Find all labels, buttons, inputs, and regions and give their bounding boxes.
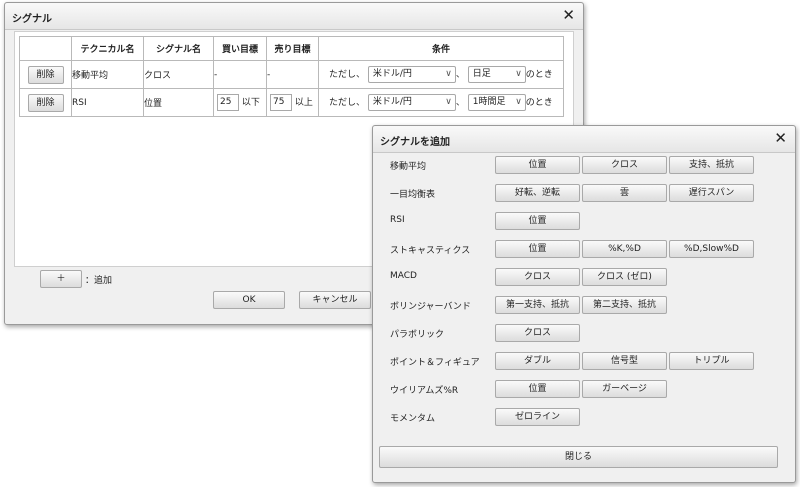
signal-option-button[interactable]: ガーベージ — [582, 380, 667, 398]
column-header-buy-target: 買い目標 — [213, 36, 267, 61]
signal-option-button[interactable]: 位置 — [495, 156, 580, 174]
currency-pair-value: 米ドル/円 — [372, 69, 412, 79]
signal-option-button[interactable]: %K,%D — [582, 240, 667, 258]
technical-name-cell: RSI — [71, 88, 144, 117]
delete-cell: 削除 — [19, 88, 72, 117]
chevron-down-icon: ∨ — [515, 69, 522, 79]
add-signal-label: ：追加 — [85, 276, 113, 286]
technical-label: 一目均衡表 — [390, 190, 436, 200]
delete-cell: 削除 — [19, 60, 72, 89]
signal-option-button[interactable]: 遅行スパン — [669, 184, 754, 202]
condition-prefix: ただし、 — [329, 70, 366, 80]
condition-separator: 、 — [455, 70, 465, 80]
condition-suffix: のとき — [525, 98, 553, 108]
column-header — [19, 36, 72, 61]
technical-name-cell: 移動平均 — [71, 60, 144, 89]
ok-button[interactable]: OK — [213, 291, 285, 309]
signal-table: テクニカル名 シグナル名 買い目標 売り目標 条件 削除 移動平均 クロス - … — [19, 36, 564, 117]
signal-option-button[interactable]: 位置 — [495, 212, 580, 230]
technical-label: 移動平均 — [390, 162, 427, 172]
column-header-technical: テクニカル名 — [71, 36, 144, 61]
technical-label: モメンタム — [390, 414, 436, 424]
chevron-down-icon: ∨ — [445, 97, 452, 107]
signal-option-button[interactable]: 第二支持、抵抗 — [582, 296, 667, 314]
signal-option-button[interactable]: 第一支持、抵抗 — [495, 296, 580, 314]
technical-label: ポイント＆フィギュア — [390, 358, 480, 368]
currency-pair-select[interactable]: 米ドル/円 ∨ — [367, 94, 456, 111]
condition-suffix: のとき — [525, 70, 553, 80]
technical-label: MACD — [390, 271, 417, 281]
buy-target-input[interactable]: 25 — [217, 94, 239, 111]
cancel-button[interactable]: キャンセル — [299, 291, 371, 309]
signal-option-button[interactable]: クロス — [582, 156, 667, 174]
close-icon[interactable]: ✕ — [562, 6, 575, 24]
signal-name-cell: クロス — [143, 60, 214, 89]
period-select[interactable]: 1時間足 ∨ — [467, 94, 526, 111]
signal-dialog-titlebar[interactable]: シグナル ✕ — [5, 3, 583, 30]
period-value: 日足 — [472, 69, 491, 79]
sell-target-suffix: 以上 — [294, 98, 313, 108]
chevron-down-icon: ∨ — [445, 69, 452, 79]
signal-option-button[interactable]: 好転、逆転 — [495, 184, 580, 202]
add-signal-dialog-titlebar[interactable]: シグナルを追加 ✕ — [373, 126, 795, 153]
condition-cell: ただし、 米ドル/円 ∨ 、 日足 ∨ のとき — [318, 60, 564, 89]
buy-target-cell: - — [213, 60, 267, 89]
technical-label: パラボリック — [390, 330, 445, 340]
sell-target-cell: 75 以上 — [266, 88, 319, 117]
signal-option-button[interactable]: 位置 — [495, 240, 580, 258]
delete-button[interactable]: 削除 — [27, 65, 64, 84]
signal-option-button[interactable]: クロス (ゼロ) — [582, 268, 667, 286]
signal-option-button[interactable]: %D,Slow%D — [669, 240, 754, 258]
condition-cell: ただし、 米ドル/円 ∨ 、 1時間足 ∨ のとき — [318, 88, 564, 117]
signal-option-button[interactable]: ダブル — [495, 352, 580, 370]
buy-target-cell: 25 以下 — [213, 88, 267, 117]
close-button[interactable]: 閉じる — [379, 446, 778, 468]
close-icon[interactable]: ✕ — [774, 129, 787, 147]
signal-option-button[interactable]: クロス — [495, 324, 580, 342]
table-row: 削除 RSI 位置 25 以下 75 以上 ただし、 米ドル/円 ∨ 、 1時間… — [19, 88, 564, 117]
currency-pair-value: 米ドル/円 — [372, 97, 412, 107]
signal-option-button[interactable]: 位置 — [495, 380, 580, 398]
technical-label: ボリンジャーバンド — [390, 302, 471, 312]
condition-prefix: ただし、 — [329, 98, 366, 108]
signal-dialog-title: シグナル — [12, 14, 52, 25]
technical-label: RSI — [390, 215, 405, 225]
signal-option-button[interactable]: 雲 — [582, 184, 667, 202]
currency-pair-select[interactable]: 米ドル/円 ∨ — [367, 66, 456, 83]
technical-label: ウイリアムズ%R — [390, 386, 459, 396]
signal-option-button[interactable]: クロス — [495, 268, 580, 286]
add-signal-dialog-title: シグナルを追加 — [380, 137, 450, 148]
table-header-row: テクニカル名 シグナル名 買い目標 売り目標 条件 — [19, 36, 564, 61]
column-header-condition: 条件 — [318, 36, 564, 61]
signal-name-cell: 位置 — [143, 88, 214, 117]
column-header-sell-target: 売り目標 — [266, 36, 319, 61]
sell-target-cell: - — [266, 60, 319, 89]
table-row: 削除 移動平均 クロス - - ただし、 米ドル/円 ∨ 、 日足 ∨ のとき — [19, 60, 564, 89]
column-header-signal: シグナル名 — [143, 36, 214, 61]
signal-option-button[interactable]: 支持、抵抗 — [669, 156, 754, 174]
period-select[interactable]: 日足 ∨ — [467, 66, 526, 83]
add-signal-dialog: シグナルを追加 ✕ 移動平均 位置 クロス 支持、抵抗 一目均衡表 好転、逆転 … — [372, 125, 796, 483]
period-value: 1時間足 — [472, 97, 506, 107]
delete-button[interactable]: 削除 — [27, 93, 64, 112]
signal-option-button[interactable]: トリプル — [669, 352, 754, 370]
sell-target-input[interactable]: 75 — [270, 94, 292, 111]
technical-label: ストキャスティクス — [390, 246, 471, 256]
signal-option-button[interactable]: ゼロライン — [495, 408, 580, 426]
condition-separator: 、 — [455, 98, 465, 108]
add-signal-button[interactable]: ＋ — [40, 270, 82, 288]
buy-target-suffix: 以下 — [241, 98, 260, 108]
signal-option-button[interactable]: 信号型 — [582, 352, 667, 370]
chevron-down-icon: ∨ — [515, 97, 522, 107]
